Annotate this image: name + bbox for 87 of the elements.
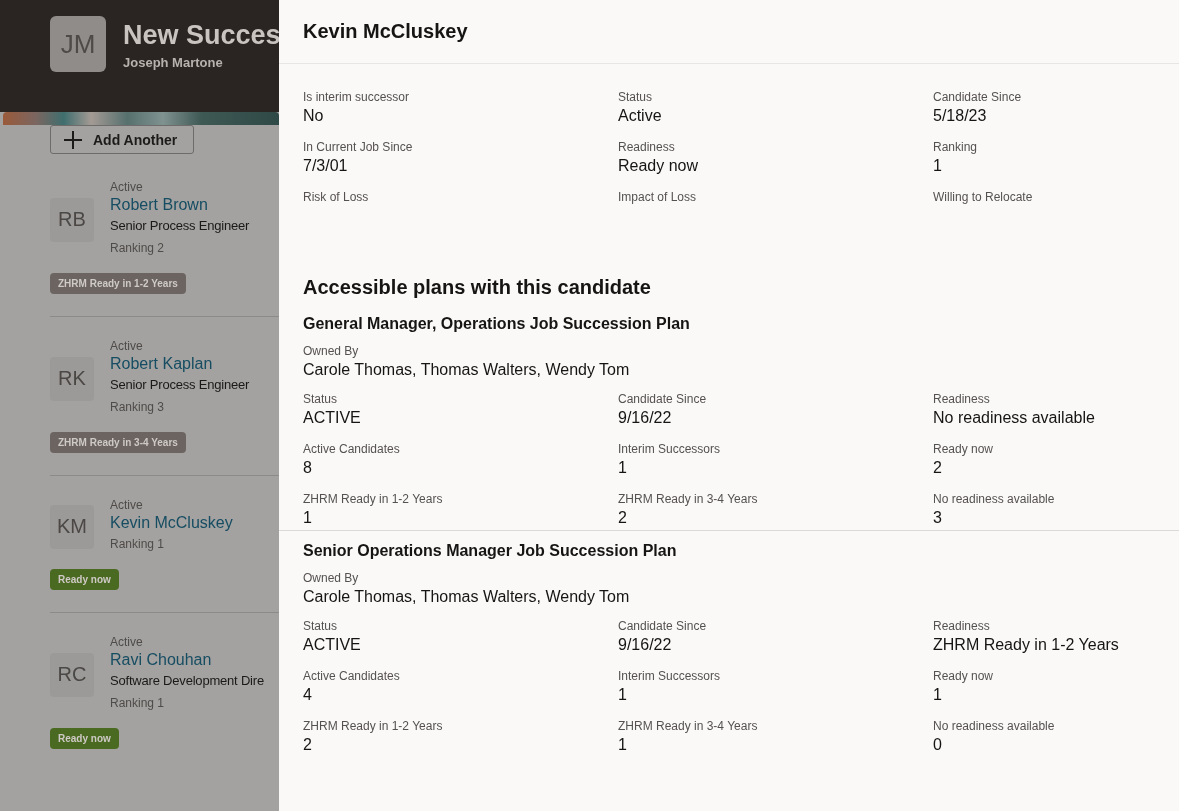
field-label: Candidate Since [618,392,708,407]
field-label: ZHRM Ready in 1-2 Years [303,492,444,507]
field-value: 2 [933,458,943,478]
plan-title: General Manager, Operations Job Succession Plan [303,314,691,334]
field-label: Candidate Since [618,619,708,634]
field-label: Is interim successor [303,90,411,105]
field-value: 4 [303,685,313,705]
ranking-text: Ranking 3 [110,399,166,416]
field-value: 1 [303,508,313,528]
candidate-name-link[interactable]: Ravi Chouhan [110,650,264,670]
avatar: RC [50,652,94,697]
field-value: 1 [933,685,943,705]
field-label: ZHRM Ready in 1-2 Years [303,719,444,734]
avatar: JM [50,16,106,72]
field-label: No readiness available [933,492,1056,507]
field-label: Readiness [618,140,676,155]
field-value: ZHRM Ready in 1-2 Years [933,635,1120,655]
field-value: No [303,106,325,126]
job-title: Senior Process Engineer [110,217,250,235]
job-title: Senior Process Engineer [110,376,250,394]
field-value: 9/16/22 [618,635,673,655]
field-label: Owned By [303,571,360,586]
avatar: KM [50,504,94,549]
field-value: Active [618,106,663,126]
field-value: 1 [618,685,628,705]
job-title: Software Development Dire [110,672,264,690]
field-value: 5/18/23 [933,106,988,126]
candidate-name-link[interactable]: Kevin McCluskey [110,513,233,533]
avatar: RK [50,356,94,401]
field-label: Status [303,619,339,634]
candidate-status: Active [110,180,144,195]
page-title: New Succes [123,20,279,51]
field-value: No readiness available [933,408,1096,428]
plus-icon [63,129,83,150]
field-value: 1 [618,735,628,755]
field-label: Ready now [933,669,995,684]
field-label: Candidate Since [933,90,1023,105]
candidate-status: Active [110,339,144,354]
plan-title: Senior Operations Manager Job Succession Plan [303,541,678,561]
field-label: Willing to Relocate [933,190,1034,205]
page-subtitle: Joseph Martone [123,55,224,70]
field-value: 9/16/22 [618,408,673,428]
field-label: Active Candidates [303,669,401,684]
field-value: 2 [618,508,628,528]
field-label: Ready now [933,442,995,457]
candidate-status: Active [110,635,144,650]
field-label: Readiness [933,392,991,407]
readiness-badge: Ready now [50,569,119,590]
field-label: ZHRM Ready in 3-4 Years [618,719,759,734]
candidate-name-link[interactable]: Robert Kaplan [110,354,250,374]
ranking-text: Ranking 1 [110,536,166,553]
avatar: RB [50,197,94,242]
field-label: Ranking [933,140,979,155]
field-label: ZHRM Ready in 3-4 Years [618,492,759,507]
readiness-badge: Ready now [50,728,119,749]
field-value: 0 [933,735,943,755]
field-label: Impact of Loss [618,190,698,205]
drawer-title: Kevin McCluskey [303,20,468,42]
field-label: Status [303,392,339,407]
field-value: Carole Thomas, Thomas Walters, Wendy Tom [303,360,631,380]
field-label: No readiness available [933,719,1056,734]
field-label: Status [618,90,654,105]
candidate-status: Active [110,498,144,513]
ranking-text: Ranking 2 [110,240,166,257]
field-value: 1 [933,156,943,176]
candidate-name-link[interactable]: Robert Brown [110,195,250,215]
field-value: 8 [303,458,313,478]
field-value: ACTIVE [303,635,362,655]
field-value: 7/3/01 [303,156,349,176]
field-label: Owned By [303,344,360,359]
readiness-badge: ZHRM Ready in 1-2 Years [50,273,186,294]
field-value: 2 [303,735,313,755]
ranking-text: Ranking 1 [110,695,166,712]
section-heading: Accessible plans with this candidate [303,275,652,300]
field-label: In Current Job Since [303,140,414,155]
field-value: Carole Thomas, Thomas Walters, Wendy Tom [303,587,631,607]
field-label: Active Candidates [303,442,401,457]
field-label: Interim Successors [618,669,722,684]
field-label: Interim Successors [618,442,722,457]
field-value: ACTIVE [303,408,362,428]
field-label: Risk of Loss [303,190,370,205]
field-label: Readiness [933,619,991,634]
field-value: 3 [933,508,943,528]
field-value: Ready now [618,156,700,176]
field-value: 1 [618,458,628,478]
readiness-badge: ZHRM Ready in 3-4 Years [50,432,186,453]
add-another-button[interactable]: Add Another [50,125,195,154]
